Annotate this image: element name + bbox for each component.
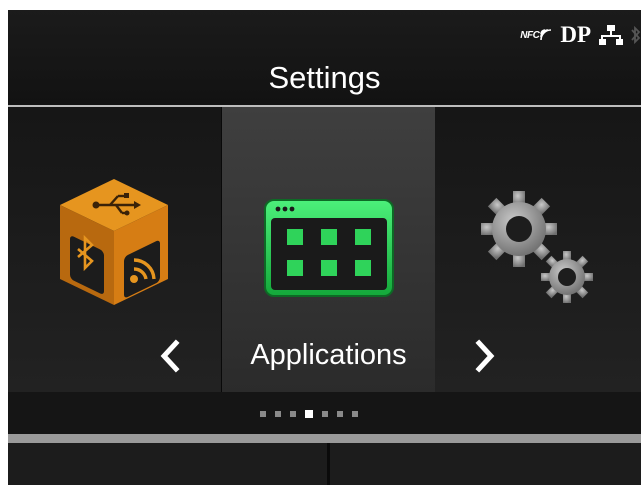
printer-display: NFC DP Settings Applications <box>8 10 641 485</box>
menu-carousel: Applications <box>8 107 641 392</box>
gears-icon <box>481 191 593 303</box>
page-dot <box>352 411 358 417</box>
page-dot <box>260 411 266 417</box>
softkey-right[interactable] <box>330 443 641 485</box>
page-title: Settings <box>268 60 381 95</box>
chevron-left-icon[interactable] <box>158 339 182 373</box>
nfc-label: NFC <box>520 29 540 41</box>
status-bar: NFC DP <box>520 20 641 50</box>
page-dot <box>337 411 343 417</box>
applications-window-icon <box>264 199 394 297</box>
page-dot <box>275 411 281 417</box>
softkey-bar <box>8 434 641 485</box>
interface-cube-icon <box>60 179 168 305</box>
header: NFC DP Settings <box>8 10 641 106</box>
bluetooth-icon <box>631 25 641 45</box>
page-dot-active <box>305 410 313 418</box>
softkey-top-line <box>8 434 641 443</box>
nfc-indicator: NFC <box>520 29 552 41</box>
carousel-item-applications[interactable]: Applications <box>221 107 436 392</box>
carousel-item-interface[interactable] <box>8 107 221 392</box>
page-indicator <box>8 392 641 434</box>
network-lan-icon <box>599 25 623 45</box>
nfc-wave-icon <box>540 29 552 41</box>
carousel-item-label: Applications <box>250 339 407 371</box>
dp-indicator: DP <box>560 22 591 47</box>
page-dots <box>260 410 358 418</box>
page-dot <box>290 411 296 417</box>
softkey-left[interactable] <box>8 443 328 485</box>
chevron-right-icon[interactable] <box>473 339 497 373</box>
page-dot <box>322 411 328 417</box>
carousel-item-settings[interactable] <box>435 107 641 392</box>
